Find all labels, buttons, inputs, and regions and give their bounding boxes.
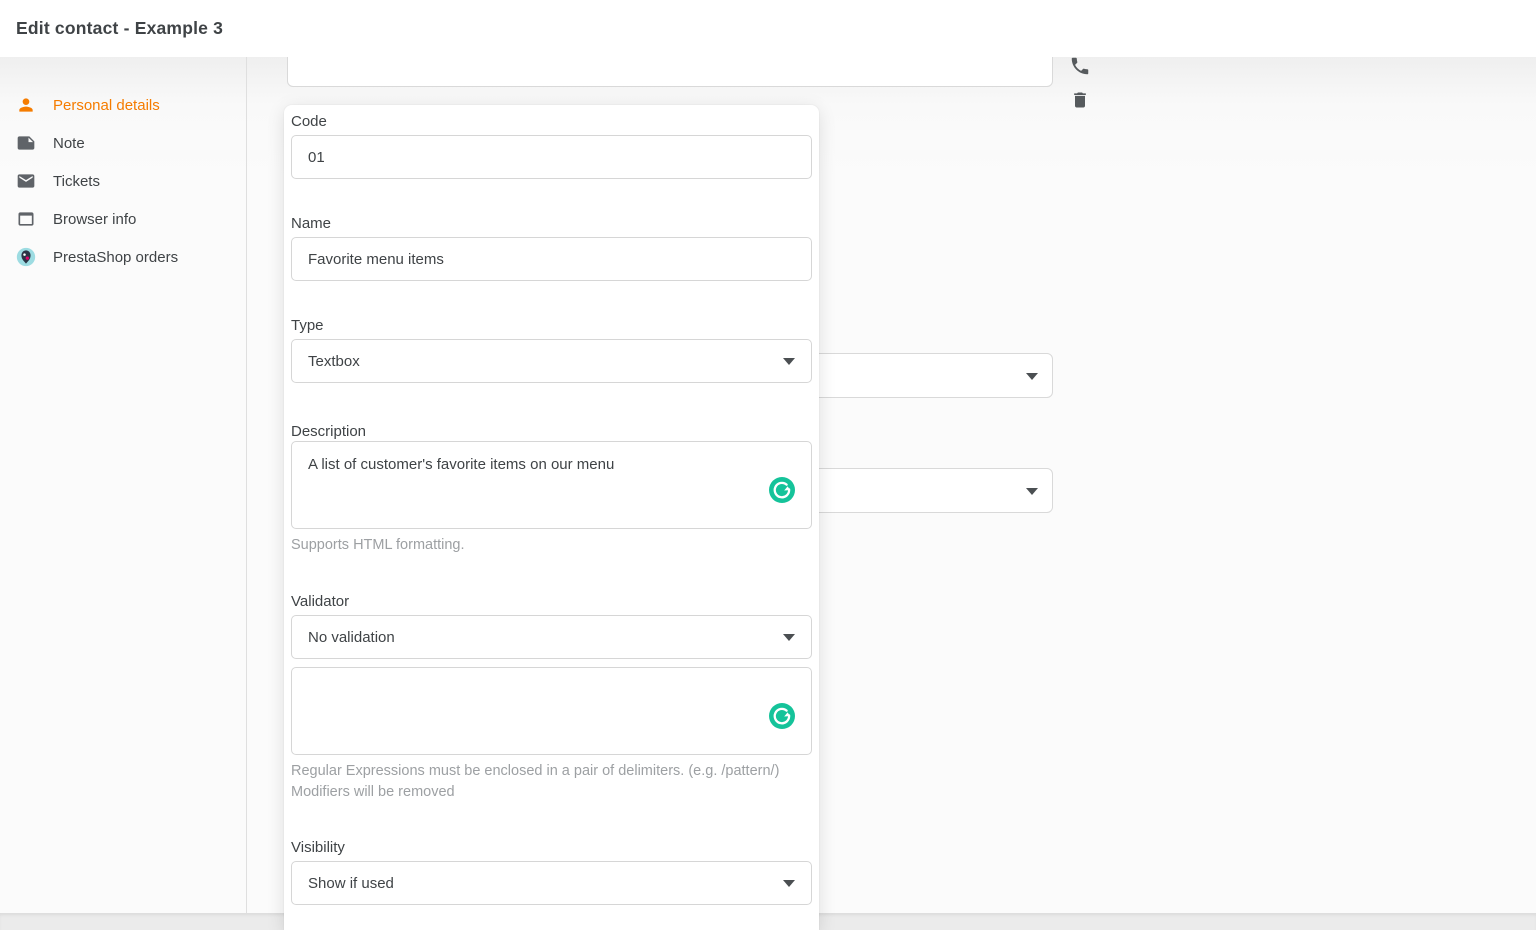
sidebar-item-label: Browser info <box>53 211 136 228</box>
grammarly-icon[interactable] <box>769 477 795 503</box>
chevron-down-icon <box>783 358 795 365</box>
code-label: Code <box>291 113 327 130</box>
description-hint: Supports HTML formatting. <box>291 535 814 556</box>
description-field: A list of customer's favorite items on o… <box>291 441 812 529</box>
browser-window-icon <box>16 209 36 229</box>
validator-select-value: No validation <box>308 629 395 646</box>
visibility-label: Visibility <box>291 839 345 856</box>
type-select-value: Textbox <box>308 353 360 370</box>
chevron-down-icon <box>783 634 795 641</box>
validator-select[interactable]: No validation <box>291 615 812 659</box>
regex-pattern-field <box>291 667 812 755</box>
page-header: Edit contact - Example 3 <box>0 0 1536 57</box>
description-label: Description <box>291 423 366 440</box>
sidebar-item-tickets[interactable]: Tickets <box>0 162 246 200</box>
sidebar-item-note[interactable]: Note <box>0 124 246 162</box>
sidebar-item-label: Personal details <box>53 97 160 114</box>
type-select[interactable]: Textbox <box>291 339 812 383</box>
prestashop-icon <box>16 247 36 267</box>
chevron-down-icon <box>783 880 795 887</box>
validator-label: Validator <box>291 593 349 610</box>
trash-icon[interactable] <box>1068 88 1092 112</box>
chevron-down-icon <box>1026 488 1038 495</box>
sidebar-item-label: PrestaShop orders <box>53 249 178 266</box>
name-label: Name <box>291 215 331 232</box>
sidebar-item-personal-details[interactable]: Personal details <box>0 86 246 124</box>
envelope-icon <box>16 171 36 191</box>
sidebar: Personal details Note Tickets <box>0 57 246 913</box>
regex-hint: Regular Expressions must be enclosed in … <box>291 761 814 803</box>
regex-pattern-textarea[interactable] <box>291 667 812 755</box>
visibility-select-value: Show if used <box>308 875 394 892</box>
edit-contact-page: Edit contact - Example 3 Personal detail… <box>0 0 1536 930</box>
sidebar-item-label: Tickets <box>53 173 100 190</box>
sidebar-item-prestashop-orders[interactable]: PrestaShop orders <box>0 238 246 276</box>
sidebar-item-browser-info[interactable]: Browser info <box>0 200 246 238</box>
note-icon <box>16 133 36 153</box>
page-title: Edit contact - Example 3 <box>16 18 223 39</box>
person-icon <box>16 95 36 115</box>
code-input[interactable] <box>291 135 812 179</box>
name-input[interactable] <box>291 237 812 281</box>
chevron-down-icon <box>1026 373 1038 380</box>
sidebar-item-label: Note <box>53 135 85 152</box>
description-textarea[interactable]: A list of customer's favorite items on o… <box>291 441 812 529</box>
field-editor-panel: Code Name Type Textbox Description A lis… <box>284 105 819 930</box>
type-label: Type <box>291 317 324 334</box>
visibility-select[interactable]: Show if used <box>291 861 812 905</box>
sidebar-divider <box>246 57 247 913</box>
grammarly-icon[interactable] <box>769 703 795 729</box>
